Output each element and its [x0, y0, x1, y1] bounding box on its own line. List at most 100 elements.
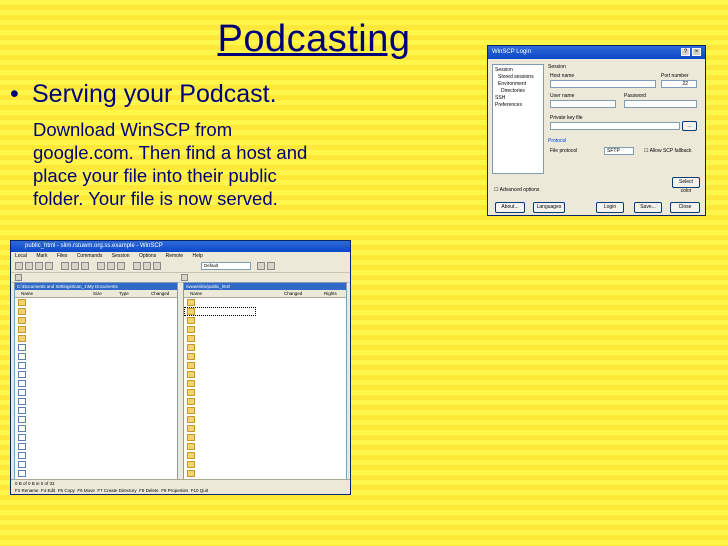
remote-pane[interactable]: /www/slim/public_html Name Changed Right…: [183, 282, 347, 480]
menu-item[interactable]: Mark: [36, 253, 47, 259]
tree-item[interactable]: Directories: [495, 88, 541, 95]
sync-icon[interactable]: [133, 262, 141, 270]
column-changed[interactable]: Changed: [151, 290, 169, 297]
list-item[interactable]: [184, 397, 346, 406]
close-button[interactable]: Close: [670, 202, 700, 213]
list-item[interactable]: [184, 388, 346, 397]
list-item[interactable]: [184, 460, 346, 469]
list-item[interactable]: [15, 424, 177, 433]
new-folder-icon[interactable]: [107, 262, 115, 270]
list-item[interactable]: [15, 415, 177, 424]
list-item[interactable]: [15, 361, 177, 370]
list-item[interactable]: [15, 334, 177, 343]
column-name[interactable]: Name: [190, 290, 202, 297]
refresh-icon[interactable]: [45, 262, 53, 270]
up-folder-icon[interactable]: [35, 262, 43, 270]
select-color-button[interactable]: Select color: [672, 177, 700, 194]
command-button[interactable]: F6 Move: [77, 488, 95, 493]
list-item[interactable]: [184, 361, 346, 370]
user-field[interactable]: [550, 100, 616, 108]
list-item[interactable]: [15, 325, 177, 334]
command-button[interactable]: F9 Properties: [161, 488, 188, 493]
list-item[interactable]: [184, 298, 346, 307]
advanced-checkbox[interactable]: ☐ Advanced options: [494, 187, 539, 193]
list-item[interactable]: [184, 334, 346, 343]
list-item[interactable]: [184, 325, 346, 334]
list-item[interactable]: [184, 370, 346, 379]
about-button[interactable]: About...: [495, 202, 525, 213]
command-button[interactable]: F4 Edit: [41, 488, 55, 493]
list-item[interactable]: [15, 397, 177, 406]
column-changed[interactable]: Changed: [284, 290, 302, 297]
list-item[interactable]: [15, 370, 177, 379]
column-size[interactable]: Size: [93, 290, 102, 297]
list-item[interactable]: [15, 406, 177, 415]
view-icon[interactable]: [117, 262, 125, 270]
browse-button[interactable]: ...: [682, 121, 697, 131]
list-item[interactable]: [184, 406, 346, 415]
command-button[interactable]: F8 Delete: [139, 488, 159, 493]
move-icon[interactable]: [71, 262, 79, 270]
command-button[interactable]: F7 Create Directory: [97, 488, 136, 493]
queue-icon[interactable]: [267, 262, 275, 270]
list-item[interactable]: [184, 316, 346, 325]
save-button[interactable]: Save...: [634, 202, 662, 213]
list-item[interactable]: [15, 451, 177, 460]
list-item[interactable]: [15, 352, 177, 361]
host-field[interactable]: [550, 80, 656, 88]
password-field[interactable]: [624, 100, 697, 108]
properties-icon[interactable]: [97, 262, 105, 270]
file-protocol-select[interactable]: SFTP: [604, 147, 634, 155]
list-item[interactable]: [184, 379, 346, 388]
remote-folder-icon[interactable]: [181, 274, 188, 281]
column-name[interactable]: Name: [21, 290, 33, 297]
list-item[interactable]: [184, 469, 346, 478]
list-item[interactable]: [184, 415, 346, 424]
fallback-checkbox[interactable]: ☐ Allow SCP fallback: [644, 148, 691, 154]
copy-icon[interactable]: [61, 262, 69, 270]
menu-item[interactable]: Help: [193, 253, 203, 259]
delete-icon[interactable]: [81, 262, 89, 270]
list-item[interactable]: [15, 469, 177, 478]
list-item[interactable]: [15, 433, 177, 442]
list-item[interactable]: [15, 343, 177, 352]
languages-button[interactable]: Languages: [533, 202, 565, 213]
column-rights[interactable]: Rights: [324, 290, 337, 297]
menu-item[interactable]: Options: [139, 253, 156, 259]
menu-item[interactable]: Commands: [77, 253, 103, 259]
list-item[interactable]: [184, 343, 346, 352]
key-field[interactable]: [550, 122, 680, 130]
command-button[interactable]: F2 Rename: [15, 488, 39, 493]
tree-item[interactable]: Environment: [495, 81, 541, 88]
menu-item[interactable]: Session: [112, 253, 130, 259]
menu-item[interactable]: Local: [15, 253, 27, 259]
back-icon[interactable]: [15, 262, 23, 270]
list-item[interactable]: [15, 298, 177, 307]
column-type[interactable]: Type: [119, 290, 129, 297]
list-item[interactable]: [184, 352, 346, 361]
terminal-icon[interactable]: [153, 262, 161, 270]
list-item[interactable]: [15, 307, 177, 316]
command-button[interactable]: F10 Quit: [191, 488, 208, 493]
command-button[interactable]: F5 Copy: [58, 488, 75, 493]
list-item[interactable]: [184, 442, 346, 451]
drive-icon[interactable]: [15, 274, 22, 281]
help-icon[interactable]: ?: [681, 48, 690, 56]
list-item[interactable]: [184, 451, 346, 460]
list-item[interactable]: [15, 379, 177, 388]
list-item[interactable]: [15, 460, 177, 469]
tree-item[interactable]: Session: [495, 67, 541, 74]
list-item-selected[interactable]: [184, 307, 256, 316]
list-item[interactable]: [184, 424, 346, 433]
list-item[interactable]: [15, 316, 177, 325]
list-item[interactable]: [15, 442, 177, 451]
forward-icon[interactable]: [25, 262, 33, 270]
list-item[interactable]: [184, 433, 346, 442]
port-field[interactable]: 22: [661, 80, 697, 88]
transfer-settings-select[interactable]: Default: [201, 262, 251, 270]
login-button[interactable]: Login: [596, 202, 624, 213]
menu-item[interactable]: Remote: [166, 253, 184, 259]
compare-icon[interactable]: [143, 262, 151, 270]
tree-item[interactable]: Preferences: [495, 102, 541, 109]
menu-item[interactable]: Files: [57, 253, 68, 259]
